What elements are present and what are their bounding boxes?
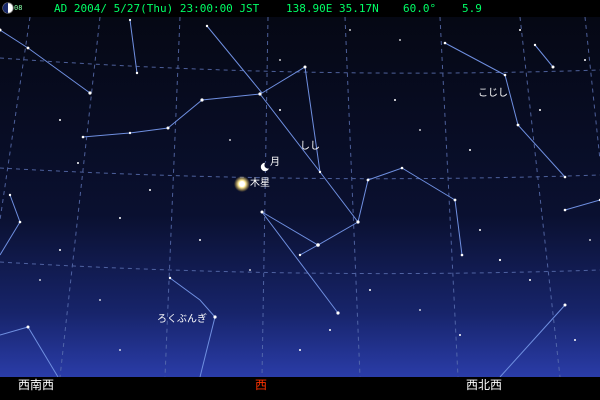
star xyxy=(26,325,30,329)
star xyxy=(88,91,92,95)
star xyxy=(166,126,170,130)
star xyxy=(299,349,301,351)
star xyxy=(119,217,121,219)
star xyxy=(539,109,541,111)
compass-left-direction: 西南西 xyxy=(18,378,55,392)
star xyxy=(443,41,447,45)
star xyxy=(419,129,421,131)
star xyxy=(356,220,360,224)
star xyxy=(26,46,30,50)
status-bar: 08 AD 2004/ 5/27(Thu) 23:00:00 JST 138.9… xyxy=(0,0,600,17)
star xyxy=(400,166,404,170)
star xyxy=(200,98,204,102)
star xyxy=(589,239,591,241)
star xyxy=(563,175,567,179)
star xyxy=(18,220,22,224)
constellation-label-sextans: ろくぶんぎ xyxy=(157,312,207,325)
star xyxy=(59,119,61,121)
star xyxy=(316,243,320,247)
star xyxy=(298,253,302,257)
jupiter-label: 木星 xyxy=(250,177,270,189)
star xyxy=(516,123,520,127)
star xyxy=(574,339,576,341)
moon-label: 月 xyxy=(270,156,280,168)
star xyxy=(460,253,464,257)
star xyxy=(39,279,41,281)
star xyxy=(519,29,521,31)
star xyxy=(369,289,371,291)
compass-center-direction: 西 xyxy=(255,378,268,392)
star xyxy=(419,309,421,311)
star xyxy=(77,162,79,164)
star xyxy=(168,276,172,280)
star xyxy=(453,198,457,202)
star xyxy=(59,249,61,251)
star xyxy=(279,59,281,61)
star xyxy=(229,139,231,141)
star xyxy=(584,59,586,61)
star xyxy=(329,329,331,331)
compass-right-direction: 西北西 xyxy=(466,378,503,392)
star xyxy=(479,229,481,231)
star xyxy=(563,208,567,212)
planetarium-window: 08 AD 2004/ 5/27(Thu) 23:00:00 JST 138.9… xyxy=(0,0,600,400)
star xyxy=(258,92,262,96)
star xyxy=(99,299,101,301)
star xyxy=(551,65,555,69)
moon-phase-icon xyxy=(2,2,14,14)
location-readout: 138.90E 35.17N xyxy=(286,2,379,15)
datetime-readout: AD 2004/ 5/27(Thu) 23:00:00 JST xyxy=(54,2,260,15)
star xyxy=(498,258,502,262)
star xyxy=(366,178,370,182)
star xyxy=(81,135,85,139)
limit-magnitude-readout: 5.9 xyxy=(462,2,482,15)
star xyxy=(533,43,537,47)
star xyxy=(303,65,307,69)
star xyxy=(119,349,121,351)
star xyxy=(205,24,209,28)
star xyxy=(213,315,217,319)
jupiter-marker[interactable] xyxy=(234,176,250,192)
star xyxy=(318,170,322,174)
star xyxy=(336,311,340,315)
view-angle-readout: 60.0° xyxy=(403,2,437,15)
moon-age: 08 xyxy=(14,4,23,12)
star xyxy=(503,73,507,77)
constellation-label-leo-minor: こじし xyxy=(478,87,508,99)
star xyxy=(399,39,401,41)
sky-chart[interactable]: 月 木星 しし こじし ろくぶんぎ xyxy=(0,17,600,377)
star xyxy=(199,239,201,241)
star xyxy=(529,279,531,281)
star xyxy=(469,149,471,151)
constellation-label-leo: しし xyxy=(300,140,320,152)
star xyxy=(349,29,351,31)
star xyxy=(260,210,264,214)
star xyxy=(459,334,461,336)
star xyxy=(563,303,567,307)
star xyxy=(149,189,151,191)
star xyxy=(394,99,396,101)
star xyxy=(279,109,281,111)
star xyxy=(8,193,12,197)
star xyxy=(128,131,132,135)
sky-background xyxy=(0,17,600,377)
star xyxy=(135,71,139,75)
star xyxy=(128,18,132,22)
star xyxy=(249,269,251,271)
compass-bar: 西南西 西 西北西 xyxy=(0,377,600,400)
